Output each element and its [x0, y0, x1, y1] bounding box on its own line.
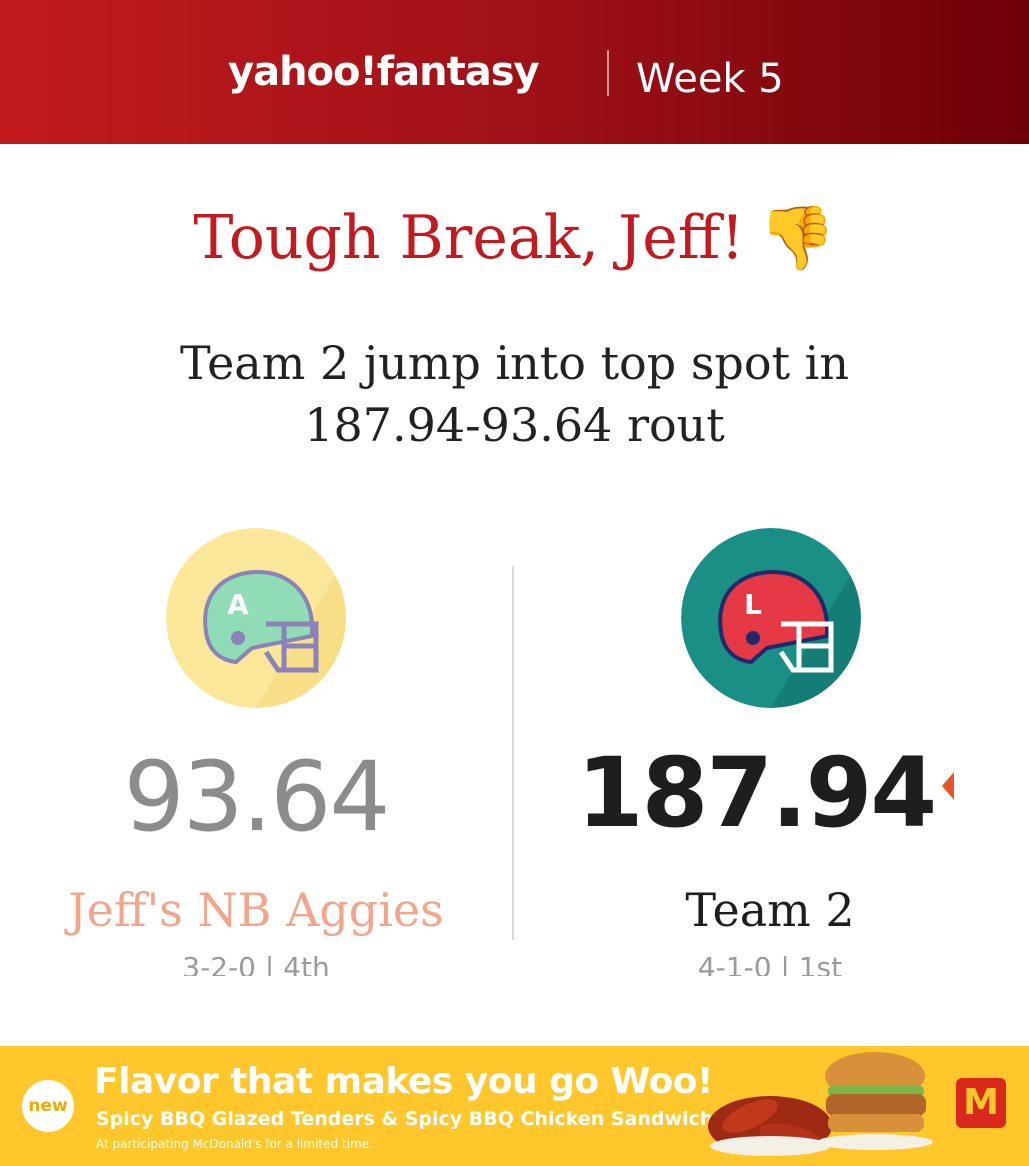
food-image: [708, 1052, 933, 1156]
avatar-letter-left: A: [227, 588, 249, 621]
football-helmet-icon: A: [166, 528, 346, 708]
mcdonalds-logo-letter: M: [963, 1082, 999, 1123]
recap-subheadline: Team 2 jump into top spot in 187.94-93.6…: [179, 336, 850, 452]
team-avatar-right[interactable]: L: [681, 528, 861, 708]
mcdonalds-logo[interactable]: M: [956, 1078, 1006, 1128]
score-left: 93.64: [123, 741, 391, 853]
yahoo-fantasy-logo: yahoo!fantasy: [228, 49, 540, 95]
thumbs-down-icon: 👎: [758, 201, 836, 274]
matchup-divider: [512, 566, 514, 940]
app-header: yahoo!fantasy Week 5: [0, 0, 1029, 144]
team-record-right: 4-1-0 | 1st: [697, 951, 843, 976]
football-helmet-icon: L: [681, 528, 861, 708]
team-record-left: 3-2-0 | 4th: [182, 951, 330, 976]
ad-banner[interactable]: new Flavor that makes you go Woo! Spicy …: [0, 1046, 1029, 1166]
recap-headline: Tough Break, Jeff! 👎: [0, 198, 1029, 278]
ad-headline: Flavor that makes you go Woo!: [94, 1061, 713, 1102]
ad-new-badge: new: [22, 1080, 74, 1132]
week-label: Week 5: [636, 56, 784, 102]
team-avatar-left[interactable]: A: [166, 528, 346, 708]
ad-subline: Spicy BBQ Glazed Tenders & Spicy BBQ Chi…: [96, 1108, 714, 1130]
team-name-right[interactable]: Team 2: [540, 880, 1000, 940]
avatar-letter-right: L: [744, 588, 762, 621]
headline-text: Tough Break, Jeff!: [193, 203, 745, 273]
team-name-left[interactable]: Jeff's NB Aggies: [26, 880, 486, 940]
score-right: 187.94: [576, 737, 937, 849]
winner-arrow-icon: [942, 772, 954, 800]
header-divider: [607, 50, 609, 96]
ad-fine-print: At participating McDonald's for a limite…: [96, 1137, 373, 1151]
